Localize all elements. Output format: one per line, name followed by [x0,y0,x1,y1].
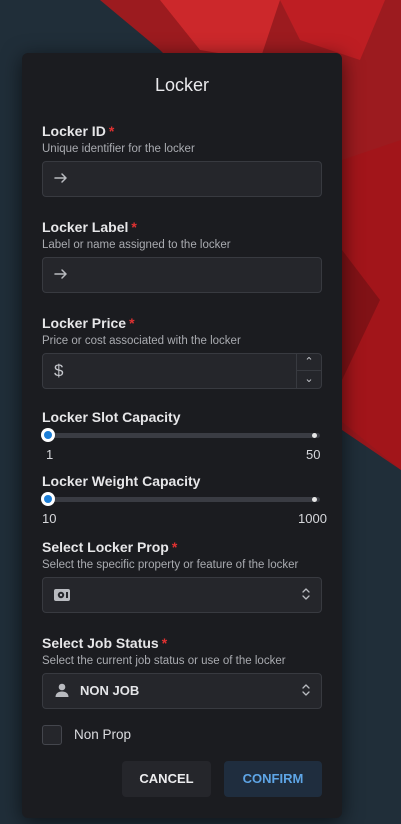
locker-id-label: Locker ID [42,123,106,139]
slot-capacity-end-mark [312,433,317,438]
job-status-label: Select Job Status [42,635,159,651]
locker-id-input[interactable] [42,161,322,197]
slot-capacity-track[interactable] [48,433,320,438]
weight-capacity-label: Locker Weight Capacity [42,473,201,489]
weight-capacity-field: Locker Weight Capacity 10 1000 [41,473,327,526]
locker-price-label: Locker Price [42,315,127,331]
locker-label-input[interactable] [42,257,322,293]
weight-capacity-max: 1000 [298,511,327,526]
locker-prop-select[interactable] [42,577,322,613]
weight-capacity-track[interactable] [48,497,320,502]
slot-capacity-min: 1 [46,447,54,462]
arrow-right-icon [53,266,71,284]
dialog-title: Locker [154,75,210,95]
locker-label-field: Locker Label * Label or name assigned to … [42,219,322,293]
slot-capacity-label: Locker Slot Capacity [42,409,181,425]
price-stepper: ⌃ ⌄ [296,354,321,388]
job-status-field: Select Job Status * Select the current jo… [42,635,322,709]
chevron-updown-icon [301,683,311,700]
required-mark: * [131,219,137,235]
required-mark: * [108,123,115,139]
locker-prop-description: Select the specific property or feature … [42,559,299,571]
locker-price-description: Price or cost associated with the locker [42,335,241,347]
required-mark: * [129,315,135,331]
locker-dialog: Locker Locker ID * Unique identifier for … [22,53,342,818]
confirm-button[interactable]: CONFIRM [224,761,322,797]
locker-label-label: Locker Label [42,219,129,235]
slot-capacity-field: Locker Slot Capacity 1 50 [41,409,322,462]
chevron-down-icon[interactable]: ⌄ [297,371,321,387]
required-mark: * [171,539,178,555]
arrow-right-icon [53,170,71,188]
weight-capacity-end-mark [312,497,317,502]
required-mark: * [161,635,168,651]
job-status-select[interactable]: NON JOB [42,673,322,709]
weight-capacity-thumb[interactable] [41,492,55,506]
slot-capacity-thumb[interactable] [41,428,55,442]
locker-id-description: Unique identifier for the locker [42,143,195,155]
locker-prop-field: Select Locker Prop * Select the specific … [42,539,322,613]
locker-price-field: Locker Price * Price or cost associated w… [42,315,322,389]
non-prop-label: Non Prop [74,727,132,742]
cancel-button[interactable]: CANCEL [122,761,211,797]
locker-prop-label: Select Locker Prop [42,539,169,555]
locker-label-description: Label or name assigned to the locker [42,239,231,251]
slot-capacity-max: 50 [306,447,321,462]
locker-price-input[interactable]: $ ⌃ ⌄ [42,353,322,389]
chevron-up-icon[interactable]: ⌃ [297,354,321,371]
job-status-value: NON JOB [80,683,140,698]
non-prop-checkbox[interactable] [42,725,62,745]
dollar-icon: $ [54,361,64,380]
job-status-description: Select the current job status or use of … [42,655,286,667]
prop-icon [53,586,71,604]
weight-capacity-min: 10 [42,511,57,526]
user-icon [54,682,72,700]
chevron-updown-icon [301,587,311,604]
locker-id-field: Locker ID * Unique identifier for the loc… [42,123,322,197]
